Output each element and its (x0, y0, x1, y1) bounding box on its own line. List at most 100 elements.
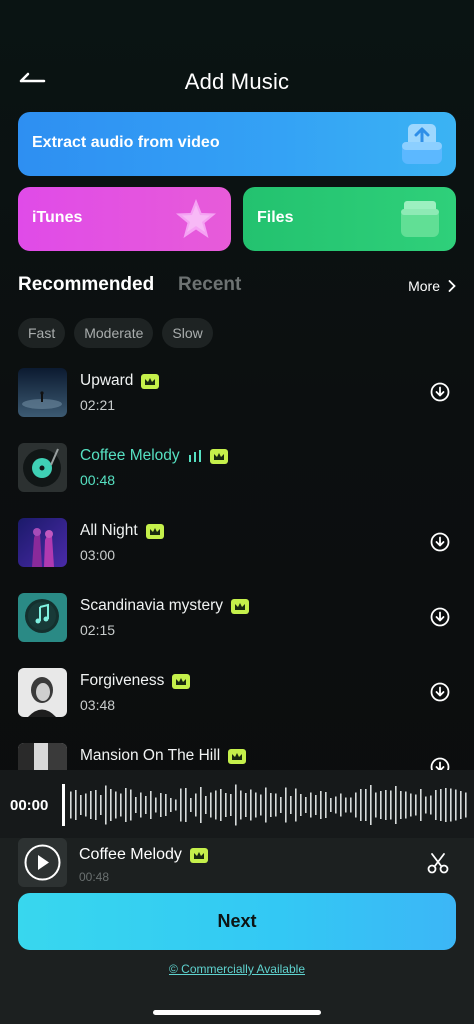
track-duration: 03:48 (80, 697, 116, 713)
premium-crown-icon (189, 847, 208, 863)
waveform-bar (425, 796, 427, 814)
waveform-bar (260, 794, 262, 816)
waveform-bar (250, 789, 252, 821)
waveform-bar (365, 789, 367, 821)
waveform-bar (145, 796, 147, 814)
waveform-bar (335, 796, 337, 814)
track-row[interactable]: Upward 02:21 (18, 368, 456, 418)
more-link[interactable]: More (408, 278, 456, 294)
waveform-bar (115, 791, 117, 819)
chip-slow[interactable]: Slow (162, 318, 213, 348)
playhead[interactable] (62, 784, 65, 826)
scissors-icon[interactable] (427, 852, 449, 874)
waveform-bar (360, 789, 362, 821)
waveform-bar (340, 793, 342, 817)
track-row-active[interactable]: Coffee Melody 00:48 (18, 443, 456, 493)
waveform-bar (140, 792, 142, 818)
download-icon[interactable] (430, 607, 450, 627)
track-title-text: Upward (80, 372, 134, 389)
play-button[interactable] (18, 838, 67, 887)
waveform-row: 00:00 (0, 770, 474, 838)
folder-icon (401, 201, 439, 237)
waveform-bar (350, 797, 352, 813)
waveform-bar (380, 791, 382, 819)
track-title: Forgiveness (80, 672, 191, 690)
chip-moderate[interactable]: Moderate (74, 318, 154, 348)
tab-recent[interactable]: Recent (178, 274, 241, 296)
waveform-bar (240, 790, 242, 820)
tab-recommended[interactable]: Recommended (18, 274, 154, 296)
waveform-bar (85, 793, 87, 817)
premium-crown-icon (209, 448, 228, 464)
commercially-available-link[interactable]: © Commercially Available (0, 962, 474, 976)
waveform-bar (195, 793, 197, 817)
waveform-bar (215, 790, 217, 820)
waveform-bar (420, 789, 422, 821)
waveform-bar (305, 797, 307, 813)
waveform-bar (320, 791, 322, 819)
download-icon[interactable] (430, 382, 450, 402)
waveform-bar (290, 796, 292, 814)
premium-crown-icon (172, 673, 191, 689)
waveform-bar (460, 791, 462, 819)
header: Add Music (0, 60, 474, 104)
track-title-text: Coffee Melody (80, 447, 180, 464)
track-thumbnail (18, 668, 67, 717)
waveform-bar (110, 789, 112, 821)
files-card[interactable]: Files (243, 187, 456, 251)
waveform-bar (265, 787, 267, 823)
now-playing-title-text: Coffee Melody (79, 846, 182, 863)
waveform-bar (375, 792, 377, 818)
track-title-text: All Night (80, 522, 138, 539)
chip-fast[interactable]: Fast (18, 318, 66, 348)
waveform-bar (440, 789, 442, 821)
waveform-bar (395, 786, 397, 824)
download-icon[interactable] (430, 532, 450, 552)
waveform-bar (280, 797, 282, 813)
waveform-bar (435, 790, 437, 820)
waveform-bar (105, 785, 107, 825)
waveform-bar (95, 790, 97, 820)
premium-crown-icon (228, 748, 247, 764)
waveform-bar (230, 794, 232, 816)
waveform-bar (315, 795, 317, 815)
now-playing-title: Coffee Melody (79, 846, 208, 864)
waveform-bar (345, 797, 347, 813)
waveform-bar (185, 788, 187, 822)
waveform-bar (150, 791, 152, 819)
track-row[interactable]: Scandinavia mystery 02:15 (18, 593, 456, 643)
waveform-bar (245, 793, 247, 817)
waveform-bar (200, 787, 202, 823)
waveform-bar (295, 788, 297, 822)
waveform-bar (100, 795, 102, 815)
waveform[interactable] (62, 784, 472, 826)
waveform-bar (385, 790, 387, 820)
waveform-bar (415, 794, 417, 816)
waveform-bar (370, 785, 372, 825)
waveform-bar (165, 794, 167, 816)
track-title: Upward (80, 372, 160, 390)
extract-audio-card[interactable]: Extract audio from video (18, 112, 456, 176)
track-duration: 00:48 (80, 472, 116, 488)
waveform-bar (205, 796, 207, 814)
track-title-text: Forgiveness (80, 672, 165, 689)
waveform-bar (130, 789, 132, 821)
waveform-bar (155, 797, 157, 813)
extract-audio-label: Extract audio from video (32, 134, 220, 151)
track-row[interactable]: Forgiveness 03:48 (18, 668, 456, 718)
waveform-bar (235, 784, 237, 826)
next-button[interactable]: Next (18, 893, 456, 950)
track-title: Scandinavia mystery (80, 597, 250, 615)
waveform-bar (90, 791, 92, 819)
track-title: Mansion On The Hill (80, 747, 247, 765)
waveform-bar (310, 792, 312, 818)
track-row[interactable]: All Night 03:00 (18, 518, 456, 568)
waveform-bar (220, 789, 222, 821)
waveform-bar (175, 799, 177, 811)
itunes-card[interactable]: iTunes (18, 187, 231, 251)
waveform-bar (120, 793, 122, 817)
download-icon[interactable] (430, 682, 450, 702)
now-playing: Coffee Melody 00:48 (18, 838, 456, 888)
waveform-bar (405, 791, 407, 819)
now-playing-duration: 00:48 (79, 870, 110, 884)
